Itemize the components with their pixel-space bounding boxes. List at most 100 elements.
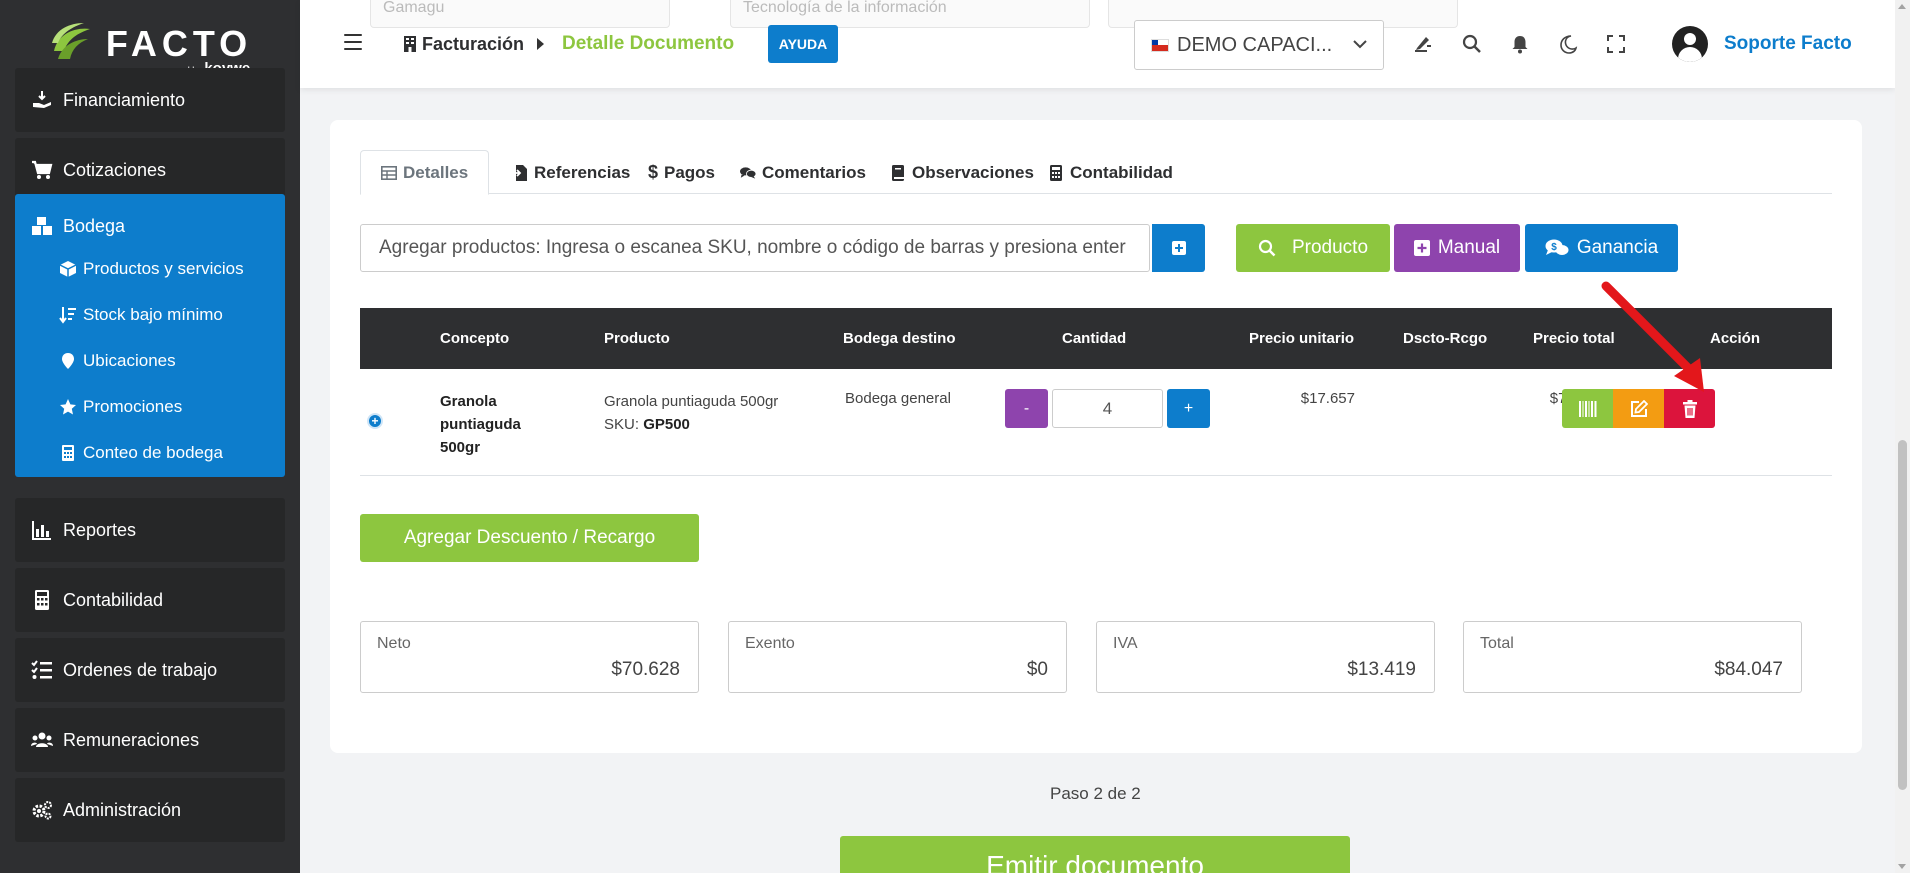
- table-icon: [381, 165, 397, 181]
- ghost-text: Tecnología de la información: [743, 0, 947, 16]
- sidebar-subitem-label: Ubicaciones: [83, 351, 176, 370]
- plus-square-icon: [1413, 240, 1430, 256]
- total-value: $84.047: [1714, 659, 1783, 680]
- user-name[interactable]: Soporte Facto: [1724, 33, 1852, 55]
- logo-wordmark: FACTO: [105, 23, 253, 64]
- manual-button-label: Manual: [1437, 237, 1501, 258]
- sidebar-item-label: Cotizaciones: [63, 159, 167, 180]
- sidebar-subitem-ubicaciones[interactable]: Ubicaciones: [15, 338, 285, 384]
- total-value: $0: [1026, 659, 1048, 680]
- sidebar-item-cotizaciones[interactable]: Cotizaciones: [15, 138, 285, 202]
- help-button[interactable]: AYUDA: [768, 25, 838, 63]
- tab-referencias[interactable]: Referencias: [512, 150, 630, 195]
- chile-flag-icon: [1151, 38, 1169, 52]
- menu-toggle-icon[interactable]: [344, 34, 362, 50]
- quantity-input[interactable]: [1052, 389, 1163, 428]
- comments-dollar-icon: $: [1545, 239, 1569, 255]
- sidebar-item-administracion[interactable]: Administración: [15, 778, 285, 842]
- product-search-input[interactable]: [360, 224, 1150, 272]
- total-exento: Exento $0: [728, 621, 1067, 693]
- search-icon[interactable]: [1462, 34, 1482, 54]
- dollar-icon: $: [648, 162, 659, 182]
- delete-button[interactable]: [1664, 389, 1715, 428]
- sidebar-subitem-conteo[interactable]: Conteo de bodega: [15, 430, 285, 476]
- avatar[interactable]: [1672, 26, 1708, 62]
- sidebar-subitem-label: Conteo de bodega: [83, 443, 223, 462]
- quantity-decrease-button[interactable]: -: [1005, 389, 1048, 428]
- cell-bodega: Bodega general: [845, 390, 951, 407]
- edit-button[interactable]: [1613, 389, 1664, 428]
- users-icon: [31, 729, 53, 751]
- sidebar-group-bodega: Bodega Productos y servicios Stock bajo …: [15, 194, 285, 477]
- sidebar-item-label: Remuneraciones: [63, 729, 200, 750]
- tab-contabilidad[interactable]: Contabilidad: [1048, 150, 1173, 195]
- scrollbar-thumb[interactable]: [1898, 440, 1907, 790]
- scroll-down-icon[interactable]: [1898, 864, 1906, 869]
- sort-down-icon: [59, 306, 77, 324]
- sidebar-item-ordenes[interactable]: Ordenes de trabajo: [15, 638, 285, 702]
- breadcrumb-separator-icon: [537, 38, 544, 50]
- sidebar-subitem-label: Promociones: [83, 397, 183, 416]
- file-import-icon: [512, 164, 528, 181]
- bar-chart-icon: [31, 519, 53, 541]
- tab-observaciones[interactable]: Observaciones: [890, 150, 1034, 195]
- company-select[interactable]: DEMO CAPACI...: [1134, 20, 1384, 70]
- company-select-value: DEMO CAPACI...: [1177, 33, 1333, 56]
- ganancia-button[interactable]: $ Ganancia: [1525, 224, 1678, 272]
- producto-button-label: Producto: [1291, 237, 1369, 258]
- breadcrumb-root[interactable]: Facturación: [404, 33, 524, 55]
- building-icon: [404, 36, 416, 52]
- producto-button[interactable]: Producto: [1236, 224, 1390, 272]
- bell-icon[interactable]: [1510, 34, 1530, 54]
- sidebar-subitem-productos[interactable]: Productos y servicios: [15, 246, 285, 292]
- col-header-precio-unitario: Precio unitario: [1249, 330, 1355, 347]
- sidebar-item-contabilidad[interactable]: Contabilidad: [15, 568, 285, 632]
- calculator-icon: [31, 589, 53, 611]
- tab-detalles[interactable]: Detalles: [360, 150, 490, 195]
- total-iva: IVA $13.419: [1096, 621, 1435, 693]
- chevron-down-icon: [1353, 40, 1367, 49]
- cell-concepto: Granola puntiaguda 500gr: [440, 393, 521, 456]
- tab-bar: Detalles Referencias $ Pagos Comentarios…: [360, 150, 1832, 195]
- search-icon: [1258, 239, 1276, 257]
- ganancia-button-label: Ganancia: [1576, 237, 1659, 258]
- tab-comentarios[interactable]: Comentarios: [740, 150, 866, 195]
- add-discount-surcharge-button[interactable]: Agregar Descuento / Recargo: [360, 514, 699, 562]
- page-scrollbar[interactable]: [1895, 0, 1910, 873]
- background-field-ghost: Tecnología de la información: [730, 0, 1090, 28]
- total-value: $13.419: [1347, 659, 1416, 680]
- col-header-cantidad: Cantidad: [1062, 330, 1127, 347]
- tab-pagos[interactable]: $ Pagos: [648, 150, 715, 195]
- total-label: IVA: [1113, 635, 1138, 652]
- step-indicator: Paso 2 de 2: [1050, 784, 1141, 803]
- col-header-concepto: Concepto: [440, 330, 510, 347]
- top-header: Gamagu Tecnología de la información Fact…: [300, 0, 1895, 88]
- sidebar-item-remuneraciones[interactable]: Remuneraciones: [15, 708, 285, 772]
- sidebar-item-financiamiento[interactable]: Financiamiento: [15, 68, 285, 132]
- emit-document-button[interactable]: Emitir documento: [840, 836, 1350, 873]
- manual-button[interactable]: Manual: [1394, 224, 1520, 272]
- plus-square-icon: [1171, 241, 1186, 255]
- logo-swoosh-icon: [51, 23, 90, 59]
- col-header-precio-total: Precio total: [1533, 330, 1615, 347]
- sidebar-subitem-stock[interactable]: Stock bajo mínimo: [15, 292, 285, 338]
- col-header-producto: Producto: [604, 330, 670, 347]
- expand-row-icon[interactable]: +: [367, 413, 383, 429]
- trash-icon: [1682, 399, 1697, 418]
- sidebar-item-reportes[interactable]: Reportes: [15, 498, 285, 562]
- scroll-up-icon[interactable]: [1898, 4, 1906, 9]
- signature-icon[interactable]: [1413, 34, 1433, 54]
- fullscreen-icon[interactable]: [1606, 34, 1626, 54]
- tab-label: Pagos: [664, 162, 716, 182]
- svg-text:$: $: [1551, 242, 1557, 253]
- sidebar-item-bodega[interactable]: Bodega: [15, 194, 285, 244]
- cell-producto-name: Granola puntiaguda 500gr: [604, 393, 779, 410]
- sidebar-subitem-promociones[interactable]: Promociones: [15, 384, 285, 430]
- total-label: Neto: [377, 635, 411, 652]
- barcode-button[interactable]: [1562, 389, 1613, 428]
- cell-precio-unitario: $17.657: [1300, 390, 1355, 407]
- tab-label: Detalles: [403, 162, 469, 182]
- quantity-increase-button[interactable]: +: [1167, 389, 1210, 428]
- moon-icon[interactable]: [1558, 34, 1578, 54]
- add-product-button[interactable]: [1152, 224, 1205, 272]
